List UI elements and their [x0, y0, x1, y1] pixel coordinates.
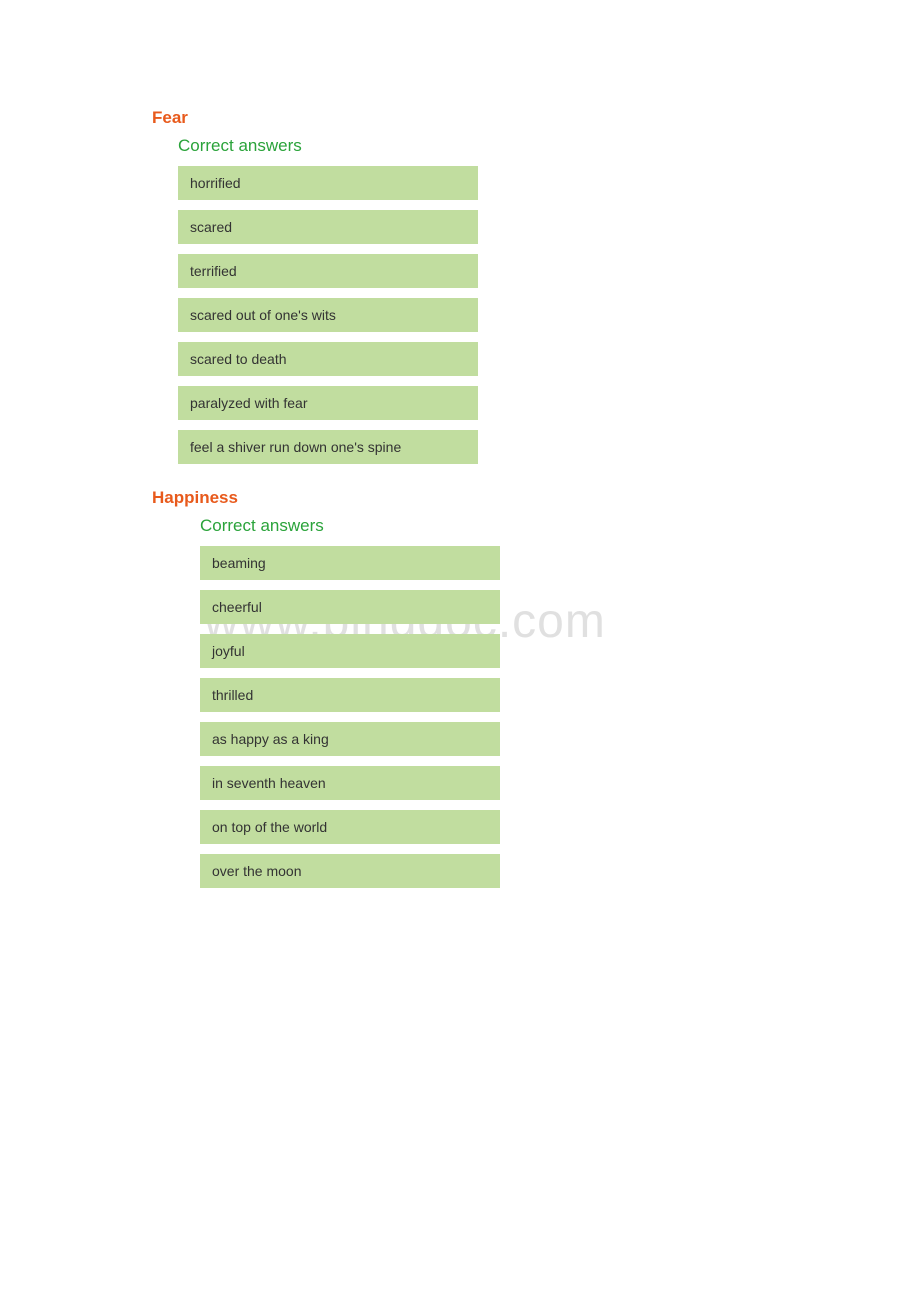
section-fear: Fear Correct answers horrified scared te…: [152, 108, 920, 464]
answer-item: thrilled: [200, 678, 500, 712]
answer-item: scared: [178, 210, 478, 244]
answer-item: on top of the world: [200, 810, 500, 844]
section-happiness: Happiness Correct answers beaming cheerf…: [152, 488, 920, 888]
answer-item: paralyzed with fear: [178, 386, 478, 420]
answer-item: cheerful: [200, 590, 500, 624]
section-heading: Happiness: [152, 488, 920, 508]
answer-item: feel a shiver run down one's spine: [178, 430, 478, 464]
answer-item: beaming: [200, 546, 500, 580]
answer-item: as happy as a king: [200, 722, 500, 756]
section-heading: Fear: [152, 108, 920, 128]
answer-item: scared out of one's wits: [178, 298, 478, 332]
document-content: Fear Correct answers horrified scared te…: [0, 0, 920, 888]
answer-item: in seventh heaven: [200, 766, 500, 800]
answer-item: over the moon: [200, 854, 500, 888]
answer-item: horrified: [178, 166, 478, 200]
answer-item: scared to death: [178, 342, 478, 376]
answer-item: terrified: [178, 254, 478, 288]
correct-answers-label: Correct answers: [178, 136, 920, 156]
answer-item: joyful: [200, 634, 500, 668]
correct-answers-label: Correct answers: [200, 516, 920, 536]
section-body: Correct answers beaming cheerful joyful …: [152, 516, 920, 888]
section-body: Correct answers horrified scared terrifi…: [152, 136, 920, 464]
